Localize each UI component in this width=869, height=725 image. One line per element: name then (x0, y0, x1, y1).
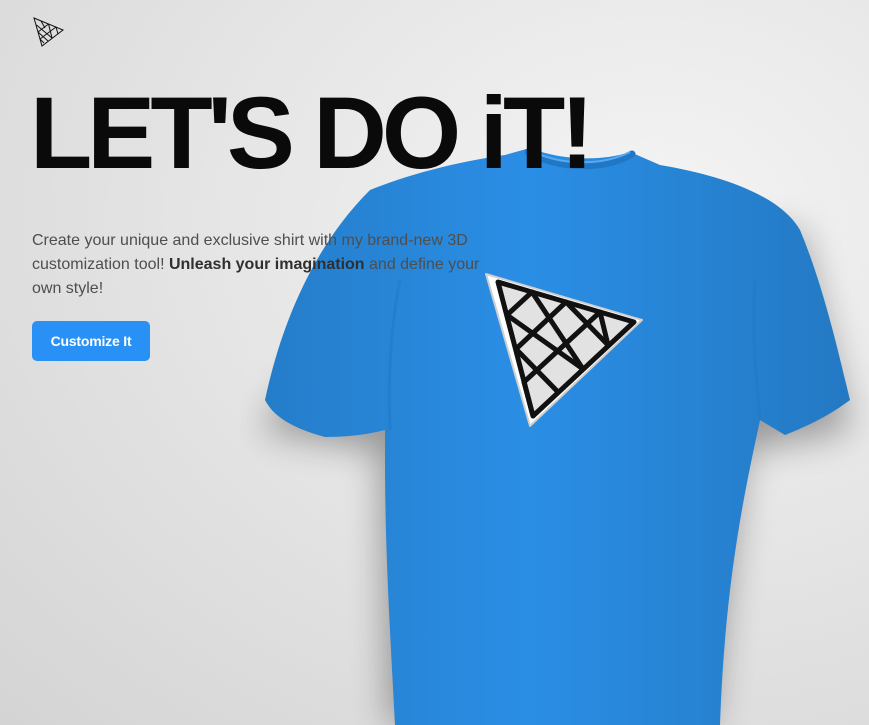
hero-headline: LET'S DO iT! (30, 76, 594, 190)
hero-description-emphasis: Unleash your imagination (168, 256, 365, 273)
customize-button[interactable]: Customize It (32, 321, 150, 361)
tshirt-3d-model[interactable] (240, 130, 869, 725)
triangle-mesh-logo-icon[interactable] (32, 16, 64, 48)
hero-description: Create your unique and exclusive shirt w… (32, 229, 482, 301)
